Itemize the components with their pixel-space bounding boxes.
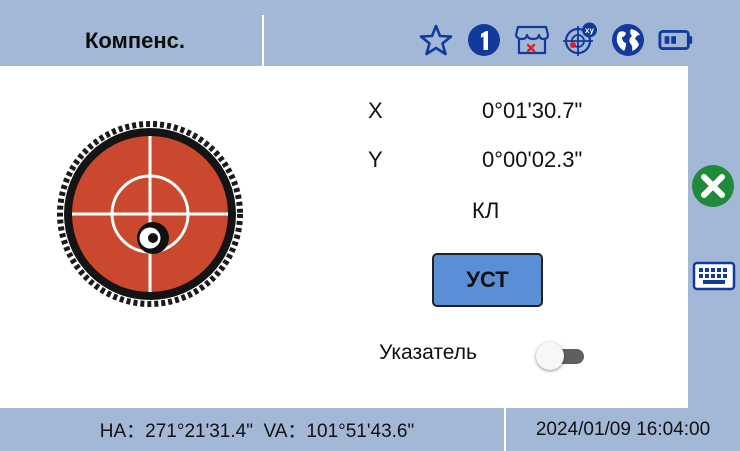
battery-icon [658, 22, 694, 58]
y-tilt-label: Y [368, 147, 383, 172]
set-button[interactable]: УСТ [432, 253, 543, 307]
compensator-panel: X 0°01'30.7" Y 0°00'02.3" КЛ УСТ Указате… [0, 66, 688, 408]
status-icons: xy [418, 20, 694, 60]
y-tilt-value: 0°00'02.3" [482, 147, 583, 172]
close-icon[interactable] [691, 164, 735, 208]
datetime-readout: 2024/01/09 16:04:00 [535, 418, 711, 440]
level-bubble-display [54, 118, 246, 310]
keyboard-icon[interactable] [692, 260, 736, 292]
globe-icon[interactable] [610, 22, 646, 58]
star-outline-icon[interactable] [418, 22, 454, 58]
status-footer: HA：271°21'31.4" VA：101°51'43.6" 2024/01/… [0, 408, 740, 451]
toggle-knob [536, 342, 564, 370]
side-toolbar [688, 66, 740, 408]
x-tilt-value: 0°01'30.7" [482, 98, 583, 123]
store-error-icon[interactable] [514, 22, 550, 58]
info-one-icon[interactable] [466, 22, 502, 58]
pointer-label: Указатель [379, 341, 477, 364]
top-bar: Компенс. xy [0, 0, 740, 66]
crosshair-xy-icon[interactable]: xy [562, 22, 598, 58]
x-tilt-label: X [368, 98, 383, 123]
angle-readout: HA：271°21'31.4" VA：101°51'43.6" [99, 421, 415, 442]
title-divider [262, 15, 264, 66]
face-indicator: КЛ [472, 198, 500, 223]
pointer-toggle[interactable] [536, 342, 584, 370]
svg-text:xy: xy [585, 26, 594, 35]
page-title: Компенс. [84, 27, 185, 53]
